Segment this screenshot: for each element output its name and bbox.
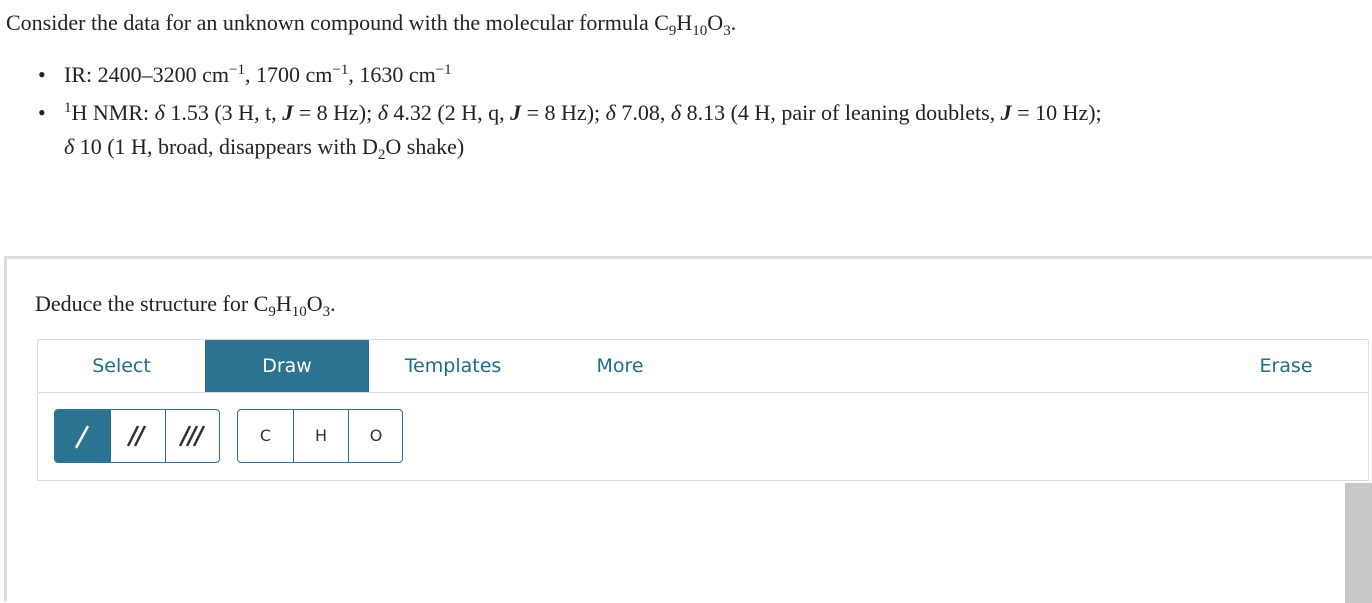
- erase-button[interactable]: Erase: [1204, 340, 1368, 392]
- canvas-scrollbar[interactable]: [1345, 483, 1372, 603]
- double-bond-button[interactable]: [110, 410, 165, 462]
- task-prompt: Deduce the structure for C9H10O3.: [35, 291, 336, 320]
- atom-tool-group: C H O: [237, 409, 403, 463]
- triple-bond-button[interactable]: [165, 410, 219, 462]
- tab-more[interactable]: More: [537, 340, 703, 392]
- single-bond-icon: [74, 425, 90, 449]
- question-intro: Consider the data for an unknown compoun…: [6, 10, 737, 39]
- atom-c-button[interactable]: C: [238, 410, 293, 462]
- drawing-canvas[interactable]: [37, 481, 1369, 601]
- double-bond-icon: [126, 425, 147, 447]
- ir-data: IR: 2400–3200 cm−1, 1700 cm−1, 1630 cm−1: [38, 58, 1102, 92]
- tab-select[interactable]: Select: [38, 340, 205, 392]
- atom-o-button[interactable]: O: [348, 410, 402, 462]
- single-bond-button[interactable]: [55, 410, 110, 462]
- tab-templates[interactable]: Templates: [369, 340, 537, 392]
- triple-bond-icon: [178, 425, 206, 447]
- tab-draw[interactable]: Draw: [205, 340, 369, 392]
- nmr-data: 1H NMR: δ 1.53 (3 H, t, J = 8 Hz); δ 4.3…: [38, 96, 1102, 164]
- answer-panel: Deduce the structure for C9H10O3. Select…: [4, 256, 1372, 603]
- atom-h-button[interactable]: H: [293, 410, 348, 462]
- editor-toolbar: Select Draw Templates More Erase: [37, 339, 1369, 393]
- draw-tools: C H O: [37, 393, 1369, 481]
- spectral-data-list: IR: 2400–3200 cm−1, 1700 cm−1, 1630 cm−1…: [38, 58, 1102, 164]
- bond-tool-group: [54, 409, 220, 463]
